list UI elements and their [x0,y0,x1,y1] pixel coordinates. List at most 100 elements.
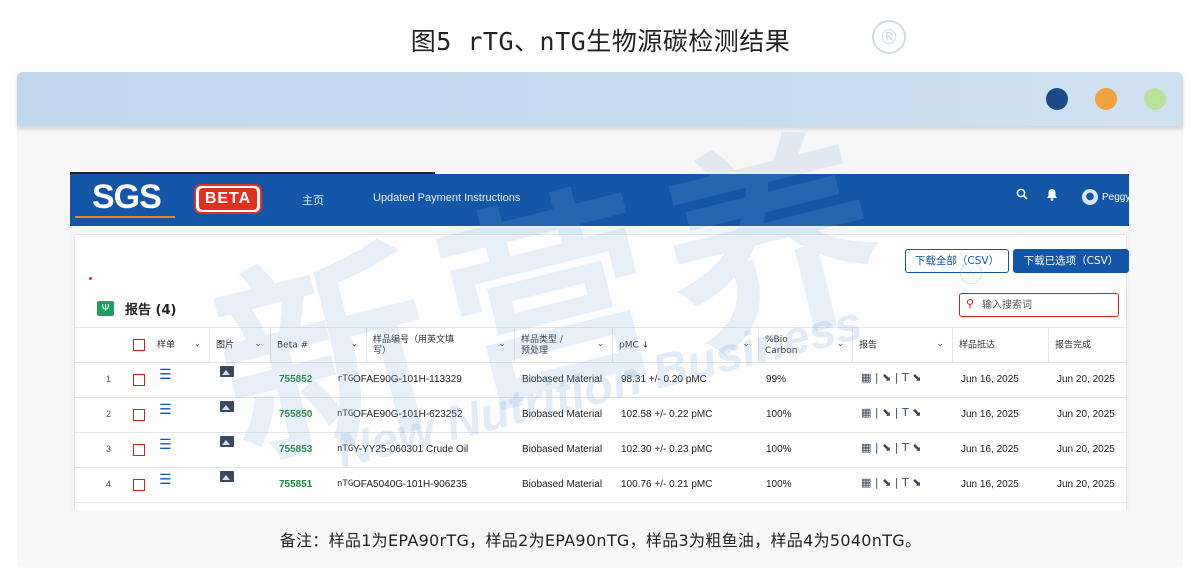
beta-number-link[interactable]: 755853 [279,444,312,455]
col-header-sample-type[interactable]: 样品类型 / 预处理 ⌄ [514,328,612,363]
table-row[interactable]: 1 ☰ 755852 rTG OFAE90G-101H-113329 Bioba… [75,363,1128,398]
chevron-down-icon[interactable]: ⌄ [596,339,604,350]
nav-payment-link[interactable]: Updated Payment Instructions [373,192,520,204]
content-area: 下载全部（CSV） 下载已选项（CSV） Ψ 报告 (4) ⚲ 样单⌄ 图片⌄ … [70,228,1129,510]
image-icon[interactable] [220,436,234,447]
beta-number-link[interactable]: 755851 [279,479,312,490]
row-checkbox[interactable] [133,444,145,456]
reports-icon: Ψ [97,301,114,316]
beta-number-link[interactable]: 755852 [279,374,312,385]
pmc-value: 102.58 +/- 0.22 pMC [621,409,713,420]
sample-type: Biobased Material [522,479,603,490]
download-selected-csv-button[interactable]: 下载已选项（CSV） [1013,249,1129,273]
top-navbar: SGS BETA 主页 Updated Payment Instructions… [70,174,1129,226]
search-input-icon: ⚲ [966,297,975,310]
table-row[interactable]: 4 ☰ 755851 nTG OFA5040G-101H-906235 Biob… [75,468,1128,503]
list-icon[interactable]: ☰ [159,437,172,453]
report-icons[interactable]: ▦ | ⬊ | T ⬊ [861,476,921,489]
search-input[interactable] [982,297,1114,313]
completed-date: Jun 20, 2025 [1057,479,1115,490]
select-all-checkbox[interactable] [133,339,145,351]
col-header-completed[interactable]: 报告完成 [1048,328,1128,363]
completed-date: Jun 20, 2025 [1057,409,1115,420]
user-name[interactable]: Peggy [1102,192,1129,203]
report-icons[interactable]: ▦ | ⬊ | T ⬊ [861,406,921,419]
received-date: Jun 16, 2025 [961,479,1019,490]
sample-id: OFA5040G-101H-906235 [353,479,467,490]
image-icon[interactable] [220,471,234,482]
pmc-value: 100.76 +/- 0.21 pMC [621,479,713,490]
pmc-value: 102.30 +/- 0.23 pMC [621,444,713,455]
bio-carbon-value: 100% [766,409,792,420]
beta-number-link[interactable]: 755850 [279,409,312,420]
app-screenshot: SGS BETA 主页 Updated Payment Instructions… [70,172,1129,510]
col-header-received[interactable]: 样品抵达 [952,328,1048,363]
list-icon[interactable]: ☰ [159,472,172,488]
search-box[interactable]: ⚲ [959,293,1119,317]
chevron-down-icon[interactable]: ⌄ [193,339,201,350]
sgs-logo-underline [75,216,175,218]
col-header-sample-id[interactable]: 样品编号（用英文填 写） ⌄ [366,328,514,363]
image-icon[interactable] [220,366,234,377]
chevron-down-icon[interactable]: ⌄ [350,339,358,350]
row-checkbox[interactable] [133,374,145,386]
pmc-value: 98.31 +/- 0.20 pMC [621,374,707,385]
window-dot-orange[interactable] [1095,88,1117,110]
col-header-image[interactable]: 图片 ⌄ [209,328,270,363]
bio-carbon-value: 99% [766,374,787,385]
download-all-csv-button[interactable]: 下载全部（CSV） [905,249,1009,273]
col-header-pmc[interactable]: pMC ↓ ⌄ [612,328,758,363]
chevron-down-icon[interactable]: ⌄ [936,339,944,350]
window-title-bar [17,72,1183,126]
received-date: Jun 16, 2025 [961,409,1019,420]
image-icon[interactable] [220,401,234,412]
bio-carbon-value: 100% [766,444,792,455]
sample-id: OFAE90G-101H-623252 [353,409,463,420]
bell-icon[interactable] [1046,188,1058,205]
table-row[interactable]: 2 ☰ 755850 nTG OFAE90G-101H-623252 Bioba… [75,398,1128,433]
beta-logo-text: BETA [199,188,257,210]
received-date: Jun 16, 2025 [961,374,1019,385]
table-row[interactable]: 3 ☰ 755853 nTG Y-YY25-060301 Crude Oil B… [75,433,1128,468]
beta-logo[interactable]: BETA [194,184,262,214]
row-number: 4 [106,479,112,489]
row-number: 1 [106,374,112,384]
sample-tag: nTG [337,444,354,454]
row-number: 3 [106,444,112,454]
user-avatar-icon[interactable]: ● [1082,189,1098,205]
sample-tag: nTG [337,479,354,489]
search-icon[interactable] [1016,188,1028,204]
bio-carbon-value: 100% [766,479,792,490]
figure-title: 图5 rTG、nTG生物源碳检测结果 [410,27,791,56]
sample-tag: rTG [337,374,354,384]
sample-tag: nTG [337,409,354,419]
col-header-report[interactable]: 报告 ⌄ [852,328,952,363]
window-dot-navy[interactable] [1046,88,1068,110]
window-dot-green[interactable] [1144,88,1166,110]
figure-note: 备注：样品1为EPA90rTG，样品2为EPA90nTG，样品3为粗鱼油，样品4… [279,531,922,550]
red-marker [89,277,92,280]
list-icon[interactable]: ☰ [159,402,172,418]
completed-date: Jun 20, 2025 [1057,374,1115,385]
chevron-down-icon[interactable]: ⌄ [836,339,844,350]
registered-mark: ® [872,20,906,54]
row-checkbox[interactable] [133,479,145,491]
chevron-down-icon[interactable]: ⌄ [498,339,506,350]
nav-home-link[interactable]: 主页 [302,192,324,208]
chevron-down-icon[interactable]: ⌄ [742,339,750,350]
row-checkbox[interactable] [133,409,145,421]
sample-type: Biobased Material [522,444,603,455]
sgs-logo[interactable]: SGS [92,178,162,216]
table-header: 样单 ⌄ 图片 ⌄ Beta # ⌄ 样品编号（用英文填 写） ⌄ 样品类型 / 预处理… [75,327,1128,363]
sample-id: OFAE90G-101H-113329 [353,374,462,385]
col-header-list[interactable]: 样单 ⌄ [151,328,209,363]
report-icons[interactable]: ▦ | ⬊ | T ⬊ [861,371,921,384]
sample-id: Y-YY25-060301 Crude Oil [353,444,469,455]
col-header-beta[interactable]: Beta # ⌄ [270,328,366,363]
received-date: Jun 16, 2025 [961,444,1019,455]
chevron-down-icon[interactable]: ⌄ [254,339,262,350]
list-icon[interactable]: ☰ [159,367,172,383]
reports-card: 下载全部（CSV） 下载已选项（CSV） Ψ 报告 (4) ⚲ 样单⌄ 图片⌄ … [74,234,1129,510]
col-header-bio-carbon[interactable]: %Bio Carbon ⌄ [758,328,852,363]
report-icons[interactable]: ▦ | ⬊ | T ⬊ [861,441,921,454]
